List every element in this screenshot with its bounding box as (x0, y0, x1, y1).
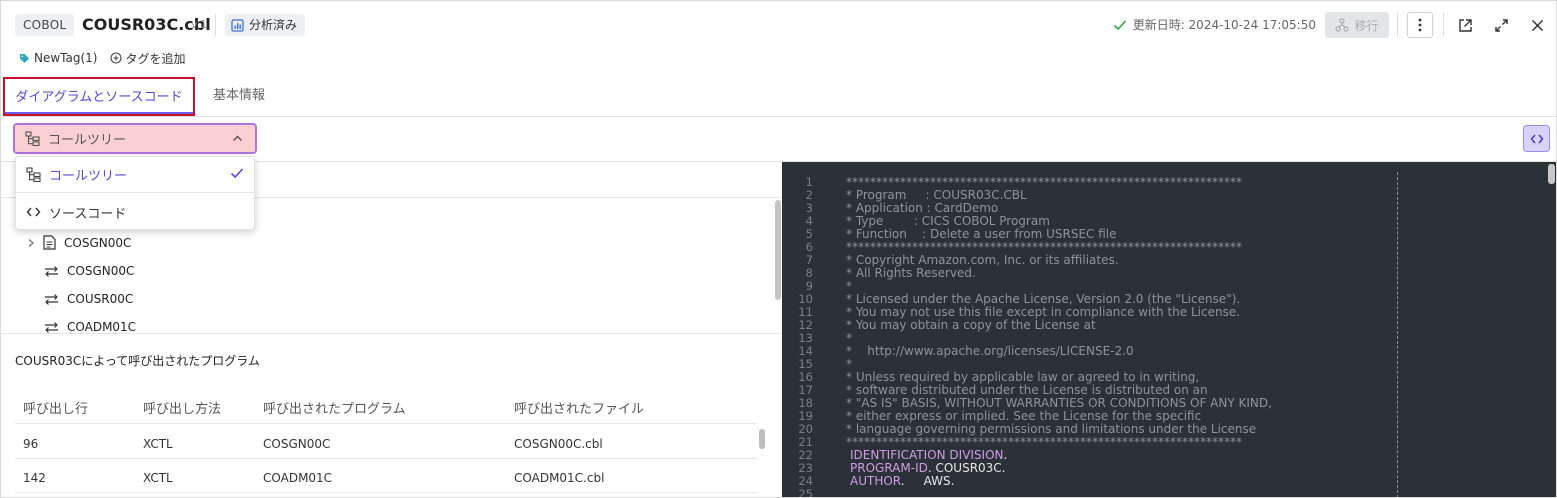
chart-icon (231, 18, 244, 32)
divider (1, 333, 782, 334)
tab-bar: ダイアグラムとソースコード 基本情報 (1, 77, 1556, 117)
line-number: 25 (798, 487, 813, 498)
chevron-up-icon (233, 135, 242, 141)
external-link-icon (1458, 18, 1472, 32)
tree-node-label: COSGN00C (64, 235, 132, 250)
table-cell: COSGN00C.cbl (514, 437, 603, 451)
table-scrollbar[interactable] (759, 429, 765, 449)
code-brackets-icon (1530, 134, 1543, 143)
file-icon (43, 235, 56, 250)
view-select-menu: コールツリー ソースコード (15, 156, 255, 230)
open-external-button[interactable] (1455, 15, 1475, 35)
more-options-button[interactable] (1407, 12, 1433, 38)
header: COBOL COUSR03C.cbl v.1 分析済み 更新日時: 2024-1… (1, 1, 1556, 47)
table-cell: XCTL (143, 437, 173, 451)
code-text: * You may obtain a copy of the License a… (846, 318, 1096, 332)
migrate-label: 移行 (1354, 18, 1379, 33)
table-cell: 142 (23, 471, 46, 485)
migrate-button[interactable]: 移行 (1325, 12, 1389, 38)
xctl-arrows-icon (45, 265, 58, 277)
updated-timestamp: 更新日時: 2024-10-24 17:05:50 (1132, 18, 1316, 32)
source-code-panel[interactable]: 1 ***************************************… (782, 162, 1556, 498)
keyword: PROGRAM-ID (850, 461, 928, 475)
code-text: * All Rights Reserved. (846, 266, 976, 280)
menu-item-label: コールツリー (49, 169, 128, 184)
code-line: 24 AUTHOR. AWS. (782, 475, 1542, 488)
tree-icon (25, 131, 40, 146)
chevron-right-icon[interactable] (27, 238, 35, 248)
code-text: * http://www.apache.org/licenses/LICENSE… (846, 344, 1134, 358)
column-header: 呼び出されたプログラム (263, 402, 406, 417)
tag-bar: NewTag(1) タグを追加 (19, 49, 186, 67)
code-line: 14 * http://www.apache.org/licenses/LICEN… (782, 345, 1542, 358)
tree-node-label: COSGN00C (67, 264, 135, 278)
expand-button[interactable] (1491, 15, 1511, 35)
view-select[interactable]: コールツリー (13, 123, 257, 154)
code-plain: . AWS. (900, 474, 955, 488)
table-row[interactable]: 96 XCTL COSGN00C COSGN00C.cbl (15, 426, 757, 459)
language-badge: COBOL (15, 14, 75, 36)
tab-basic-info[interactable]: 基本情報 (213, 77, 265, 116)
tree-node[interactable]: COSGN00C (44, 264, 134, 278)
keyword: AUTHOR (850, 474, 901, 488)
code-text: AUTHOR. AWS. (850, 475, 954, 488)
table-row[interactable]: 142 XCTL COADM01C COADM01C.cbl (15, 460, 757, 493)
tree-node[interactable]: COUSR00C (44, 292, 133, 306)
column-header: 呼び出し行 (23, 402, 89, 417)
table-cell: COSGN00C (263, 437, 331, 451)
close-icon (1531, 19, 1543, 31)
expand-icon (1494, 18, 1508, 32)
view-select-value: コールツリー (48, 133, 127, 148)
table-cell: XCTL (143, 471, 173, 485)
code-line: 8 * All Rights Reserved. (782, 267, 1542, 280)
column-header: 呼び出し方法 (143, 402, 222, 417)
table-cell: 96 (23, 437, 39, 451)
code-line: 12 * You may obtain a copy of the License… (782, 319, 1542, 332)
header-divider (1397, 13, 1398, 37)
code-view-toggle[interactable] (1523, 125, 1550, 152)
code-scrollbar[interactable] (1548, 164, 1555, 184)
add-tag-button[interactable]: タグを追加 (109, 50, 186, 67)
add-tag-label: タグを追加 (125, 51, 186, 66)
table-cell: COADM01C (263, 471, 333, 485)
app-window: COBOL COUSR03C.cbl v.1 分析済み 更新日時: 2024-1… (0, 0, 1557, 498)
tab-diagram-source[interactable]: ダイアグラムとソースコード (3, 77, 195, 116)
analysis-status-label: 分析済み (249, 18, 298, 32)
menu-item-call-tree[interactable]: コールツリー (16, 157, 254, 193)
column-header: 呼び出されたファイル (514, 402, 645, 417)
tree-scrollbar[interactable] (775, 200, 781, 300)
calls-table-header: 呼び出し行 呼び出し方法 呼び出されたプログラム 呼び出されたファイル (15, 388, 757, 424)
column-guide (1397, 172, 1398, 497)
header-divider (1443, 13, 1444, 37)
tree-node[interactable]: COADM01C (44, 320, 136, 334)
check-icon (1113, 19, 1126, 30)
code-brackets-icon (26, 207, 41, 217)
check-icon (230, 168, 244, 179)
header-divider (215, 14, 216, 36)
table-cell: COADM01C.cbl (514, 471, 605, 485)
close-button[interactable] (1527, 15, 1547, 35)
tag-icon (20, 53, 29, 63)
kebab-icon (1418, 18, 1422, 32)
plus-circle-icon (109, 52, 122, 64)
tag-chip[interactable]: NewTag(1) (19, 51, 98, 65)
code-plain: . (1003, 448, 1008, 462)
migrate-icon (1335, 18, 1350, 32)
tree-node-label: COUSR00C (67, 292, 134, 306)
menu-item-label: ソースコード (49, 206, 127, 222)
calls-section-title: COUSR03Cによって呼び出されたプログラム (15, 354, 260, 368)
xctl-arrows-icon (45, 321, 58, 333)
updated-info: 更新日時: 2024-10-24 17:05:50 (1113, 16, 1316, 33)
code-line: 25 (782, 488, 1542, 498)
keyword: IDENTIFICATION DIVISION (850, 448, 1004, 462)
menu-item-source-code[interactable]: ソースコード (16, 194, 254, 230)
analysis-status-badge: 分析済み (225, 14, 306, 36)
tree-icon (26, 167, 41, 182)
tree-node[interactable]: COSGN00C (27, 235, 131, 250)
version-label: v.1 (191, 18, 208, 31)
tag-label: NewTag(1) (34, 51, 98, 65)
xctl-arrows-icon (45, 293, 58, 305)
tree-node-label: COADM01C (67, 320, 137, 334)
code-plain: . COUSR03C. (927, 461, 1006, 475)
